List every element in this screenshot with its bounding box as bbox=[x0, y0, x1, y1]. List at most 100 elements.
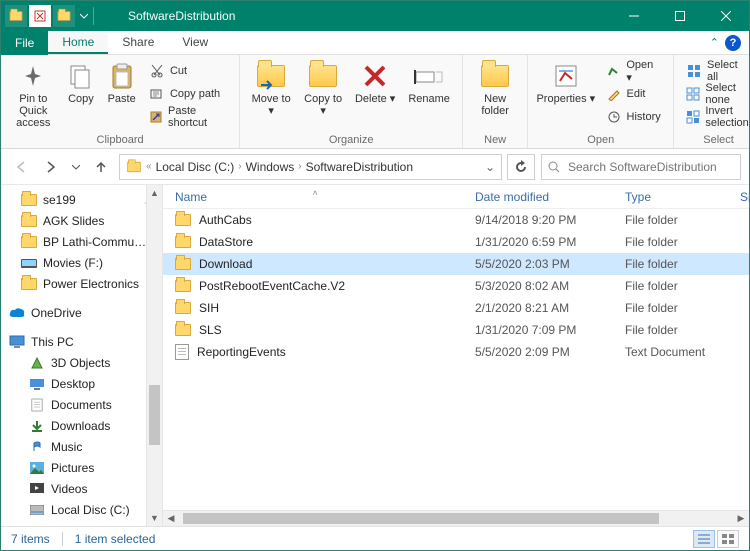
column-size[interactable]: Size bbox=[728, 190, 750, 204]
nav-item[interactable]: Movies (F:) bbox=[1, 252, 162, 273]
file-row[interactable]: PostRebootEventCache.V25/3/2020 8:02 AMF… bbox=[163, 275, 749, 297]
qat-customize-dropdown[interactable] bbox=[77, 5, 91, 27]
copy-path-button[interactable]: Copy path bbox=[145, 84, 231, 104]
properties-button[interactable]: Properties ▾ bbox=[536, 59, 595, 105]
scroll-down-icon[interactable]: ▼ bbox=[147, 510, 162, 526]
nav-item[interactable]: Documents bbox=[1, 394, 162, 415]
view-details-button[interactable] bbox=[693, 530, 715, 548]
horizontal-scrollbar[interactable]: ◀ ▶ bbox=[163, 510, 749, 526]
file-row[interactable]: SLS1/31/2020 7:09 PMFile folder bbox=[163, 319, 749, 341]
refresh-button[interactable] bbox=[507, 154, 535, 180]
breadcrumb-item[interactable]: Windows bbox=[246, 160, 295, 174]
new-folder-button[interactable]: New folder bbox=[471, 59, 519, 117]
select-none-button[interactable]: Select none bbox=[682, 84, 750, 104]
nav-item[interactable]: Downloads bbox=[1, 415, 162, 436]
file-explorer-window: SoftwareDistribution File Home Share Vie… bbox=[0, 0, 750, 551]
minimize-button[interactable] bbox=[611, 1, 657, 31]
tab-share[interactable]: Share bbox=[108, 31, 168, 54]
breadcrumb-item[interactable]: SoftwareDistribution bbox=[306, 160, 413, 174]
nav-item[interactable]: BP Lathi-Commu… bbox=[1, 231, 162, 252]
file-row[interactable]: AuthCabs9/14/2018 9:20 PMFile folder bbox=[163, 209, 749, 231]
pin-to-quick-access-button[interactable]: Pin to Quick access bbox=[9, 59, 58, 129]
search-input[interactable] bbox=[566, 159, 734, 175]
nav-recent-dropdown[interactable] bbox=[69, 155, 83, 179]
file-type: File folder bbox=[613, 235, 728, 249]
nav-item[interactable]: 3D Objects bbox=[1, 352, 162, 373]
copy-to-button[interactable]: Copy to ▾ bbox=[300, 59, 346, 117]
nav-up-button[interactable] bbox=[89, 155, 113, 179]
view-icons-button[interactable] bbox=[717, 530, 739, 548]
file-date: 1/31/2020 6:59 PM bbox=[463, 235, 613, 249]
file-type: File folder bbox=[613, 301, 728, 315]
scroll-left-icon[interactable]: ◀ bbox=[163, 511, 179, 526]
chevron-icon[interactable]: « bbox=[146, 161, 152, 172]
nav-forward-button[interactable] bbox=[39, 155, 63, 179]
nav-item[interactable]: Local Disc (C:) bbox=[1, 499, 162, 520]
file-row[interactable]: SIH2/1/2020 8:21 AMFile folder bbox=[163, 297, 749, 319]
history-button[interactable]: History bbox=[602, 107, 666, 127]
column-type[interactable]: Type bbox=[613, 190, 728, 204]
column-headers: Name˄ Date modified Type Size bbox=[163, 185, 749, 209]
ribbon-group-open: Properties ▾ Open ▾ Edit History Open bbox=[528, 55, 674, 148]
file-date: 1/31/2020 7:09 PM bbox=[463, 323, 613, 337]
body: se199📌 AGK Slides BP Lathi-Commu… Movies… bbox=[1, 185, 749, 526]
nav-item[interactable]: Music bbox=[1, 436, 162, 457]
nav-item[interactable]: Desktop bbox=[1, 373, 162, 394]
invert-selection-button[interactable]: Invert selection bbox=[682, 107, 750, 127]
file-type: File folder bbox=[613, 257, 728, 271]
file-date: 2/1/2020 8:21 AM bbox=[463, 301, 613, 315]
paste-button[interactable]: Paste bbox=[104, 59, 139, 105]
address-bar[interactable]: « Local Disc (C:) › Windows › SoftwareDi… bbox=[119, 154, 502, 180]
nav-item[interactable]: Videos bbox=[1, 478, 162, 499]
cut-button[interactable]: Cut bbox=[145, 61, 231, 81]
nav-item[interactable]: AGK Slides bbox=[1, 210, 162, 231]
nav-this-pc[interactable]: This PC bbox=[1, 331, 162, 352]
nav-scrollbar[interactable]: ▲ ▼ bbox=[146, 185, 162, 526]
address-folder-icon bbox=[127, 161, 141, 171]
qat-properties-icon[interactable] bbox=[29, 5, 51, 27]
file-row[interactable]: Download5/5/2020 2:03 PMFile folder bbox=[163, 253, 749, 275]
copy-button[interactable]: Copy bbox=[64, 59, 99, 105]
column-name[interactable]: Name˄ bbox=[163, 190, 463, 204]
maximize-button[interactable] bbox=[657, 1, 703, 31]
paste-shortcut-button[interactable]: Paste shortcut bbox=[145, 107, 231, 127]
tab-file[interactable]: File bbox=[1, 31, 48, 55]
rename-button[interactable]: Rename bbox=[404, 59, 454, 105]
edit-button[interactable]: Edit bbox=[602, 84, 666, 104]
scroll-up-icon[interactable]: ▲ bbox=[147, 185, 162, 201]
file-rows: AuthCabs9/14/2018 9:20 PMFile folderData… bbox=[163, 209, 749, 510]
scroll-thumb[interactable] bbox=[149, 385, 160, 445]
nav-item[interactable]: se199📌 bbox=[1, 189, 162, 210]
ribbon-group-new: New folder New bbox=[463, 55, 528, 148]
chevron-right-icon[interactable]: › bbox=[238, 161, 241, 172]
tab-home[interactable]: Home bbox=[48, 31, 108, 54]
qat-new-folder-icon[interactable] bbox=[53, 5, 75, 27]
qat-folder-icon[interactable] bbox=[5, 5, 27, 27]
scroll-right-icon[interactable]: ▶ bbox=[733, 511, 749, 526]
chevron-right-icon[interactable]: › bbox=[298, 161, 301, 172]
column-date[interactable]: Date modified bbox=[463, 190, 613, 204]
navigation-row: « Local Disc (C:) › Windows › SoftwareDi… bbox=[1, 149, 749, 185]
address-dropdown-icon[interactable]: ⌄ bbox=[485, 160, 495, 174]
search-box[interactable] bbox=[541, 154, 741, 180]
nav-back-button[interactable] bbox=[9, 155, 33, 179]
delete-button[interactable]: Delete ▾ bbox=[352, 59, 398, 105]
file-row[interactable]: ReportingEvents5/5/2020 2:09 PMText Docu… bbox=[163, 341, 749, 363]
ribbon-collapse-icon[interactable]: ⌃ bbox=[710, 36, 719, 49]
nav-item[interactable]: Pictures bbox=[1, 457, 162, 478]
folder-icon bbox=[175, 280, 191, 292]
breadcrumb-item[interactable]: Local Disc (C:) bbox=[156, 160, 235, 174]
open-button[interactable]: Open ▾ bbox=[602, 61, 666, 81]
close-button[interactable] bbox=[703, 1, 749, 31]
hscroll-thumb[interactable] bbox=[183, 513, 659, 524]
select-all-button[interactable]: Select all bbox=[682, 61, 750, 81]
file-list-pane: Name˄ Date modified Type Size AuthCabs9/… bbox=[163, 185, 749, 526]
folder-icon bbox=[175, 258, 191, 270]
nav-item[interactable]: Power Electronics bbox=[1, 273, 162, 294]
help-icon[interactable]: ? bbox=[725, 35, 741, 51]
tab-view[interactable]: View bbox=[168, 31, 222, 54]
nav-onedrive[interactable]: OneDrive bbox=[1, 302, 162, 323]
file-row[interactable]: DataStore1/31/2020 6:59 PMFile folder bbox=[163, 231, 749, 253]
move-to-button[interactable]: Move to ▾ bbox=[248, 59, 294, 117]
file-type: File folder bbox=[613, 323, 728, 337]
